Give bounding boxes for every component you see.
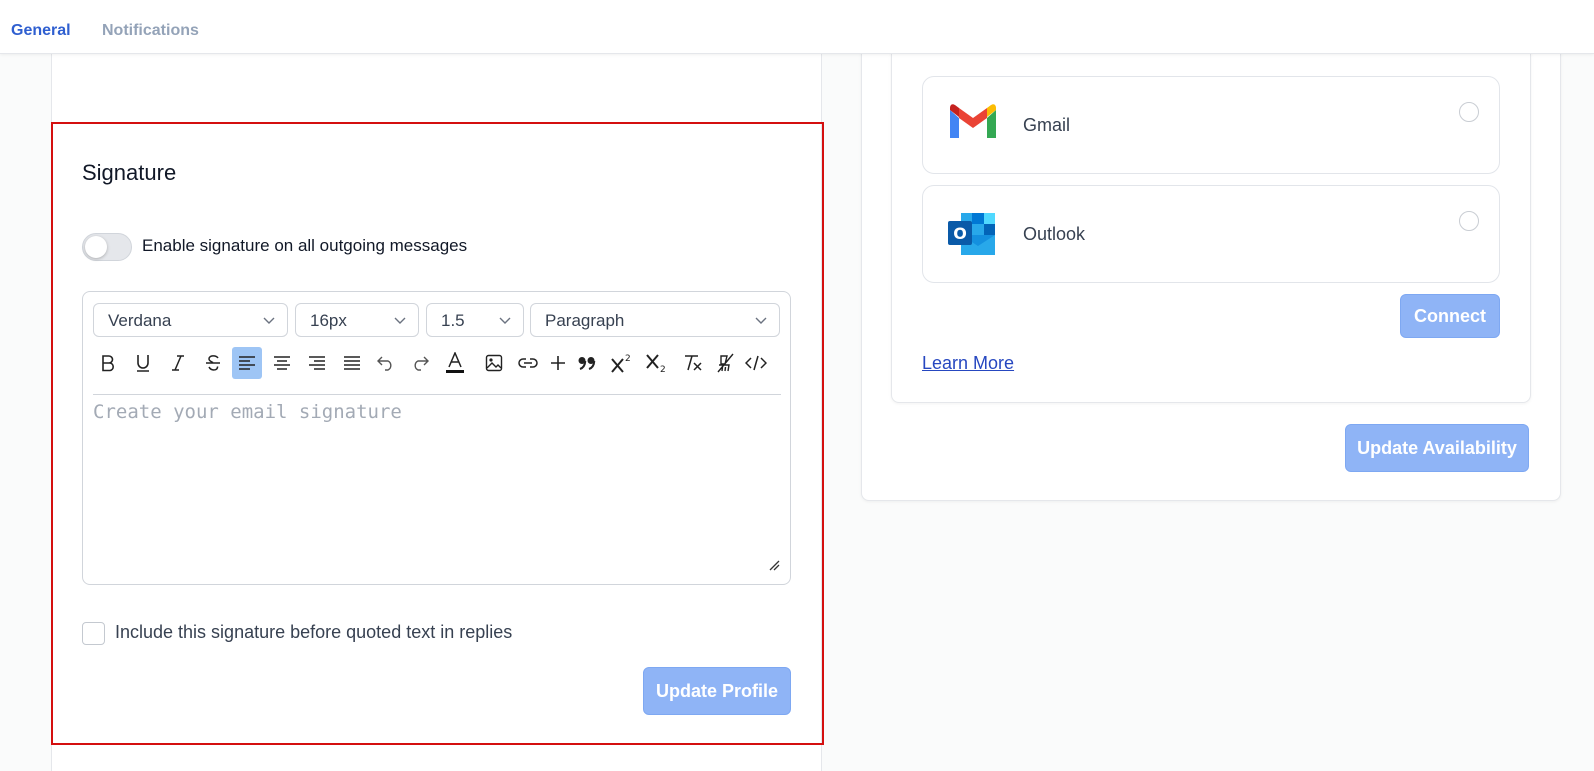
- editor-toolbar: 2 2: [93, 347, 783, 381]
- update-profile-button[interactable]: Update Profile: [643, 667, 791, 715]
- provider-name: Gmail: [1023, 115, 1071, 135]
- signature-title: Signature: [82, 160, 177, 185]
- align-right-icon[interactable]: [302, 347, 332, 379]
- font-family-value: Verdana: [108, 311, 172, 330]
- subscript-icon[interactable]: 2: [642, 347, 672, 379]
- signature-editor: Verdana 16px 1.5 Paragraph 2 2 Create yo…: [82, 291, 791, 585]
- gmail-logo-icon: [947, 102, 999, 147]
- superscript-icon[interactable]: 2: [607, 347, 637, 379]
- tab-general[interactable]: General: [11, 22, 71, 40]
- font-family-select[interactable]: Verdana: [93, 303, 288, 337]
- signature-enable-label: Enable signature on all outgoing message…: [142, 236, 468, 255]
- update-availability-button[interactable]: Update Availability: [1345, 424, 1529, 472]
- include-signature-label: Include this signature before quoted tex…: [115, 622, 513, 642]
- image-icon[interactable]: [479, 347, 509, 379]
- quote-icon[interactable]: [572, 347, 602, 379]
- outlook-logo-icon: O: [947, 211, 999, 262]
- line-height-select[interactable]: 1.5: [426, 303, 524, 337]
- provider-radio[interactable]: [1459, 211, 1479, 231]
- svg-text:2: 2: [625, 354, 631, 364]
- svg-text:2: 2: [660, 365, 666, 373]
- redo-icon[interactable]: [405, 347, 435, 379]
- font-size-value: 16px: [310, 311, 347, 330]
- provider-name: Outlook: [1023, 224, 1086, 244]
- chevron-down-icon: [499, 304, 511, 338]
- toolbar-divider: [93, 394, 781, 395]
- text-color-icon[interactable]: [440, 347, 470, 379]
- bold-icon[interactable]: [93, 347, 123, 379]
- align-center-icon[interactable]: [267, 347, 297, 379]
- clear-style-icon[interactable]: [711, 347, 741, 379]
- align-left-icon[interactable]: [232, 347, 262, 379]
- provider-gmail[interactable]: Gmail: [922, 76, 1500, 174]
- block-format-value: Paragraph: [545, 311, 625, 330]
- chevron-down-icon: [263, 304, 275, 338]
- provider-outlook[interactable]: O Outlook: [922, 185, 1500, 283]
- font-size-select[interactable]: 16px: [295, 303, 419, 337]
- align-justify-icon[interactable]: [337, 347, 367, 379]
- signature-enable-toggle[interactable]: [82, 233, 132, 261]
- italic-icon[interactable]: [163, 347, 193, 379]
- clear-format-icon[interactable]: [677, 347, 707, 379]
- strikethrough-icon[interactable]: [198, 347, 228, 379]
- line-height-value: 1.5: [441, 311, 465, 330]
- settings-tab-bar: General Notifications: [0, 0, 1594, 54]
- undo-icon[interactable]: [371, 347, 401, 379]
- provider-radio[interactable]: [1459, 102, 1479, 122]
- underline-icon[interactable]: [128, 347, 158, 379]
- connect-button[interactable]: Connect: [1400, 294, 1500, 338]
- code-icon[interactable]: [741, 347, 771, 379]
- tab-notifications[interactable]: Notifications: [102, 22, 199, 40]
- signature-input[interactable]: Create your email signature: [93, 401, 402, 423]
- learn-more-link[interactable]: Learn More: [922, 353, 1014, 374]
- chevron-down-icon: [394, 304, 406, 338]
- chevron-down-icon: [755, 304, 767, 338]
- resize-handle-icon[interactable]: [768, 558, 780, 576]
- plus-icon[interactable]: [543, 347, 573, 379]
- toggle-knob: [85, 236, 107, 258]
- link-icon[interactable]: [513, 347, 543, 379]
- include-signature-checkbox[interactable]: [82, 622, 105, 645]
- block-format-select[interactable]: Paragraph: [530, 303, 780, 337]
- svg-text:O: O: [953, 224, 967, 243]
